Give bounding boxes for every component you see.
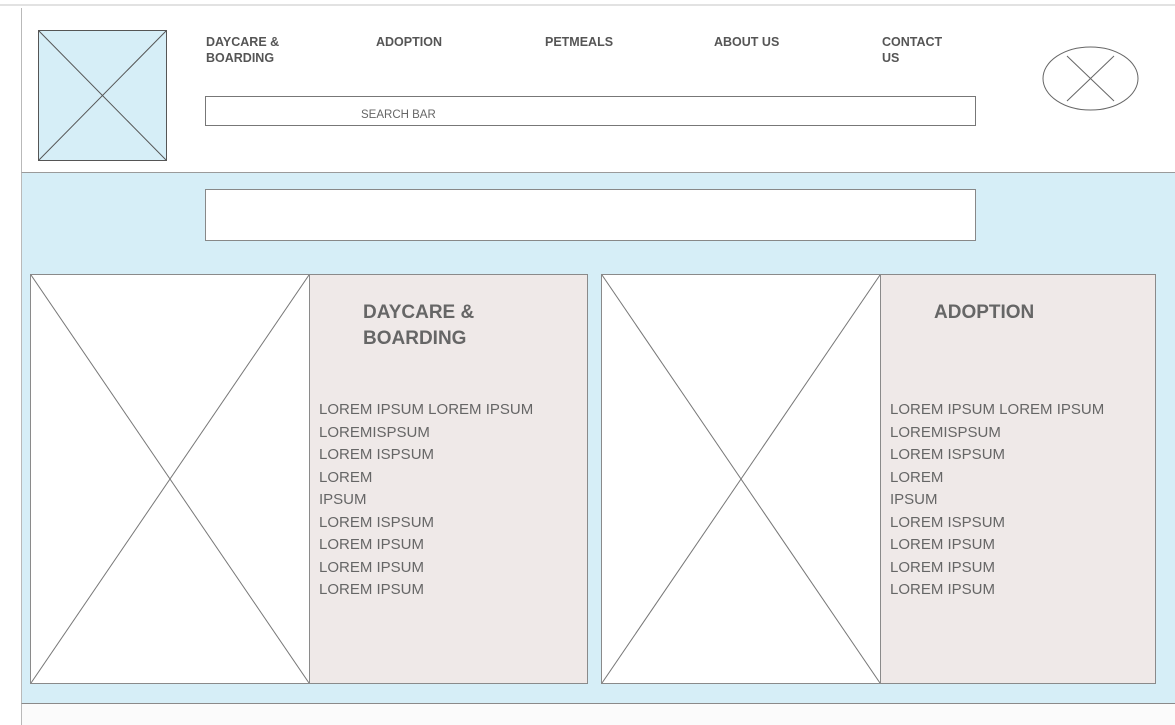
card-line: LOREM IPSUM <box>890 581 996 598</box>
profile-placeholder-icon[interactable] <box>1042 46 1139 111</box>
nav-about-us[interactable]: ABOUT US <box>714 34 779 50</box>
site-header: DAYCARE & BOARDING ADOPTION PETMEALS ABO… <box>21 8 1175 173</box>
banner-placeholder[interactable] <box>205 189 976 241</box>
card-line: LOREM IPSUM LOREM IPSUM <box>890 401 1105 418</box>
content-band: DAYCARE & BOARDING LOREM IPSUM LOREM IPS… <box>21 173 1175 703</box>
site-footer <box>21 703 1175 725</box>
nav-petmeals-label: PETMEALS <box>545 35 614 49</box>
nav-daycare-boarding[interactable]: DAYCARE & BOARDING <box>206 34 306 66</box>
nav-contact-label: CONTACT US <box>882 35 943 65</box>
card-line: LOREM IPSUM <box>319 581 425 598</box>
card-image-placeholder-icon <box>31 275 310 683</box>
service-card-daycare[interactable]: DAYCARE & BOARDING LOREM IPSUM LOREM IPS… <box>30 274 588 684</box>
card-line: LOREM IPSUM <box>890 536 996 553</box>
search-input[interactable]: SEARCH BAR <box>205 96 976 126</box>
nav-daycare-label: DAYCARE & BOARDING <box>206 35 280 65</box>
card-line: LOREMISPSUM <box>890 423 1001 441</box>
service-card-adoption[interactable]: ADOPTION LOREM IPSUM LOREM IPSUM LOREMIS… <box>601 274 1156 684</box>
card-line: LOREM IPSUM <box>319 558 425 576</box>
card-line: IPSUM <box>319 491 367 508</box>
card-line: LOREM ISPSUM <box>319 446 435 463</box>
card-line: LOREM IPSUM LOREM IPSUM <box>319 401 534 418</box>
card-text-panel: ADOPTION LOREM IPSUM LOREM IPSUM LOREMIS… <box>881 275 1155 683</box>
card-line: LOREMISPSUM <box>319 423 430 441</box>
card-description: LOREM IPSUM LOREM IPSUM LOREMISPSUM LORE… <box>890 399 1104 602</box>
nav-adoption[interactable]: ADOPTION <box>376 34 442 50</box>
card-line: LOREM ISPSUM <box>890 446 1006 463</box>
card-line: LOREM IPSUM <box>890 558 996 576</box>
card-line: LOREM <box>319 468 373 486</box>
card-line: LOREM ISPSUM <box>890 513 1006 531</box>
card-text-panel: DAYCARE & BOARDING LOREM IPSUM LOREM IPS… <box>310 275 587 683</box>
card-line: IPSUM <box>890 491 938 508</box>
card-image-cross-icon <box>31 275 309 683</box>
nav-contact-us[interactable]: CONTACT US <box>882 34 962 66</box>
nav-about-label: ABOUT US <box>714 35 780 49</box>
card-line: LOREM ISPSUM <box>319 513 435 531</box>
wireframe-page: DAYCARE & BOARDING ADOPTION PETMEALS ABO… <box>0 0 1175 725</box>
logo-cross-icon <box>39 31 166 160</box>
card-line: LOREM IPSUM <box>319 536 425 553</box>
search-placeholder: SEARCH BAR <box>361 109 436 121</box>
nav-adoption-label: ADOPTION <box>376 35 442 49</box>
logo-image-placeholder-icon[interactable] <box>38 30 167 161</box>
top-divider <box>0 4 1175 6</box>
card-description: LOREM IPSUM LOREM IPSUM LOREMISPSUM LORE… <box>319 399 533 602</box>
nav-petmeals[interactable]: PETMEALS <box>545 34 613 50</box>
card-image-placeholder-icon <box>602 275 881 683</box>
card-line: LOREM <box>890 468 944 486</box>
profile-cross-icon <box>1042 46 1139 111</box>
card-image-cross-icon <box>602 275 880 683</box>
card-title: DAYCARE & BOARDING <box>363 302 475 349</box>
card-title: ADOPTION <box>934 302 1035 323</box>
